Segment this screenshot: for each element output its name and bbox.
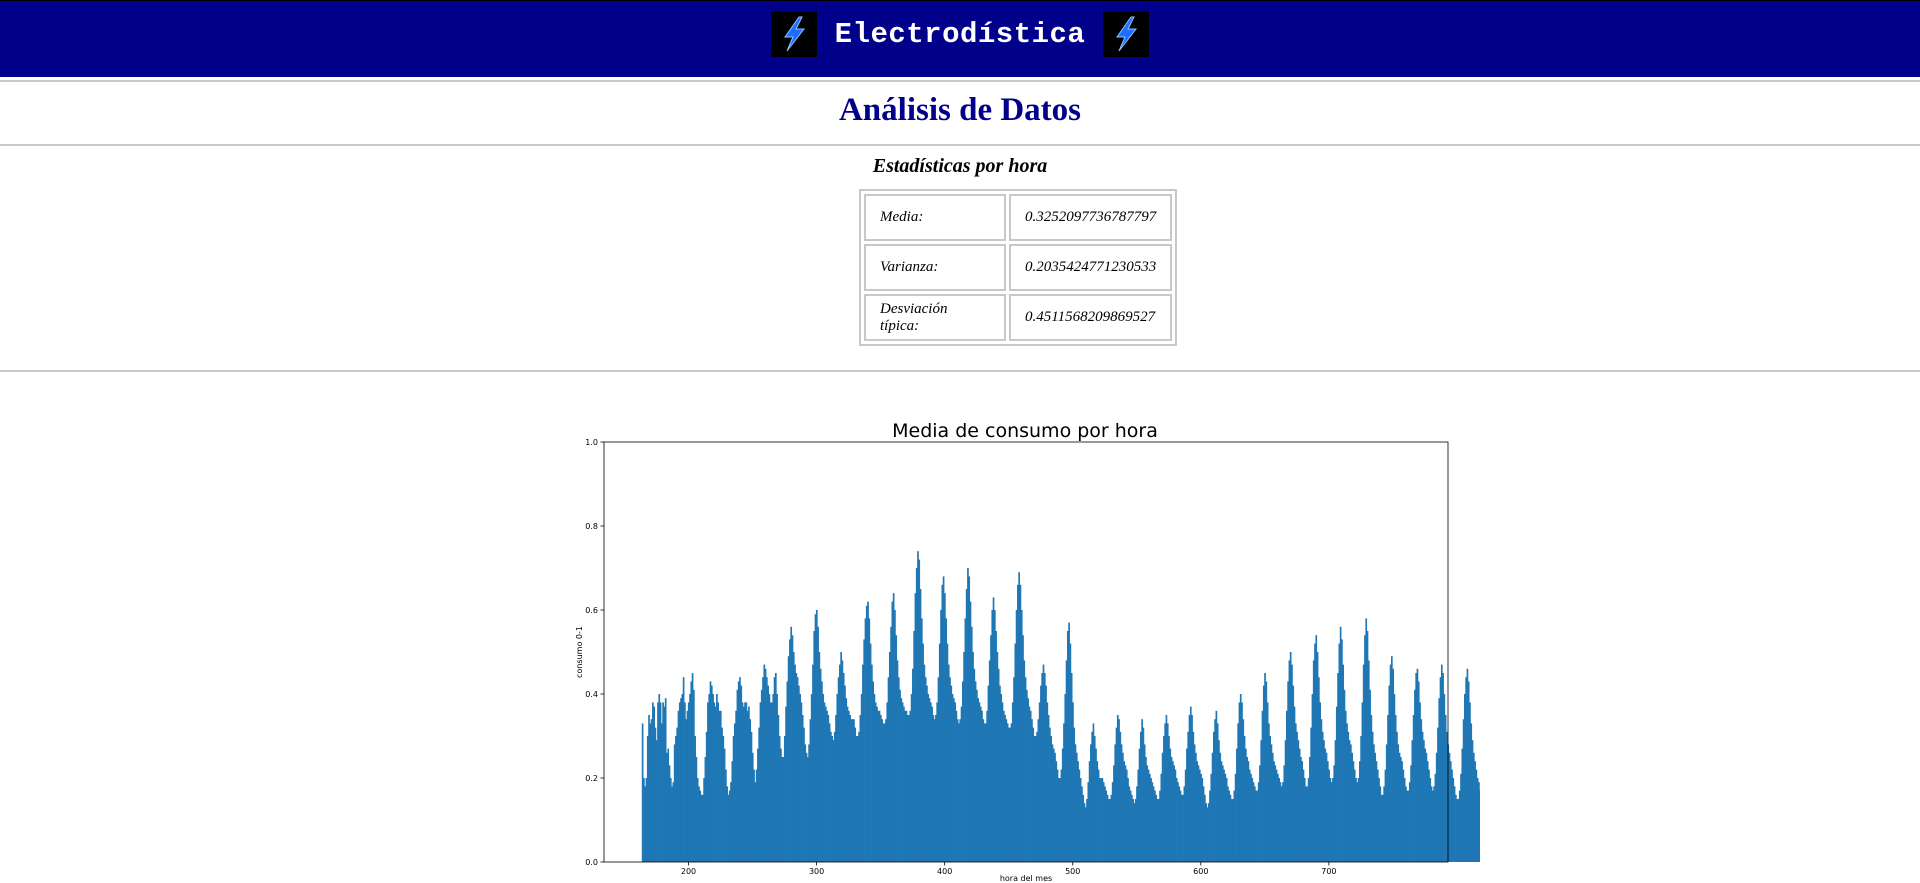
y-tick-label: 1.0 bbox=[585, 438, 598, 447]
divider bbox=[0, 80, 1920, 82]
y-tick-label: 0.6 bbox=[585, 606, 598, 615]
y-tick-label: 0.8 bbox=[585, 522, 598, 531]
chart-bars bbox=[641, 551, 1528, 862]
stat-value-mean: 0.3252097736787797 bbox=[1009, 194, 1173, 241]
y-axis-label: consumo 0-1 bbox=[575, 626, 584, 678]
x-axis-label: hora del mes bbox=[1000, 874, 1052, 883]
y-tick-label: 0.4 bbox=[585, 690, 598, 699]
table-row: Desviación típica: 0.4511568209869527 bbox=[864, 294, 1173, 341]
page-title: Análisis de Datos bbox=[838, 92, 1082, 128]
bar bbox=[1479, 790, 1482, 862]
stat-value-variance: 0.2035424771230533 bbox=[1009, 244, 1173, 291]
header-brand: Electrodística bbox=[0, 11, 1920, 57]
divider bbox=[0, 144, 1920, 146]
divider bbox=[0, 370, 1920, 372]
lightning-bolt-icon bbox=[770, 11, 817, 57]
x-tick-label: 700 bbox=[1321, 867, 1336, 876]
stats-title: Estadísticas por hora bbox=[872, 155, 1048, 177]
table-row: Media: 0.3252097736787797 bbox=[864, 194, 1173, 241]
y-tick-label: 0.2 bbox=[585, 774, 598, 783]
y-tick-label: 0.0 bbox=[585, 858, 598, 867]
x-tick-label: 400 bbox=[937, 867, 952, 876]
lightning-bolt-icon bbox=[1103, 11, 1150, 57]
x-tick-label: 500 bbox=[1065, 867, 1080, 876]
chart-title: Media de consumo por hora bbox=[892, 420, 1158, 442]
stat-label-mean: Media: bbox=[864, 194, 1006, 241]
brand-name: Electrodística bbox=[834, 17, 1086, 51]
stat-value-stddev: 0.4511568209869527 bbox=[1009, 294, 1173, 341]
stat-label-variance: Varianza: bbox=[864, 244, 1006, 291]
stat-label-stddev: Desviación típica: bbox=[864, 294, 1006, 341]
x-tick-label: 300 bbox=[809, 867, 824, 876]
table-row: Varianza: 0.2035424771230533 bbox=[864, 244, 1173, 291]
chart-svg: Media de consumo por hora 200 300 400 500 60… bbox=[575, 420, 1528, 883]
stats-table: Media: 0.3252097736787797 Varianza: 0.20… bbox=[859, 189, 1178, 346]
consumption-chart: Media de consumo por hora 200 300 400 500 60… bbox=[560, 410, 1528, 883]
site-header: Electrodística bbox=[0, 0, 1920, 77]
x-tick-label: 200 bbox=[681, 867, 696, 876]
x-tick-label: 600 bbox=[1193, 867, 1208, 876]
